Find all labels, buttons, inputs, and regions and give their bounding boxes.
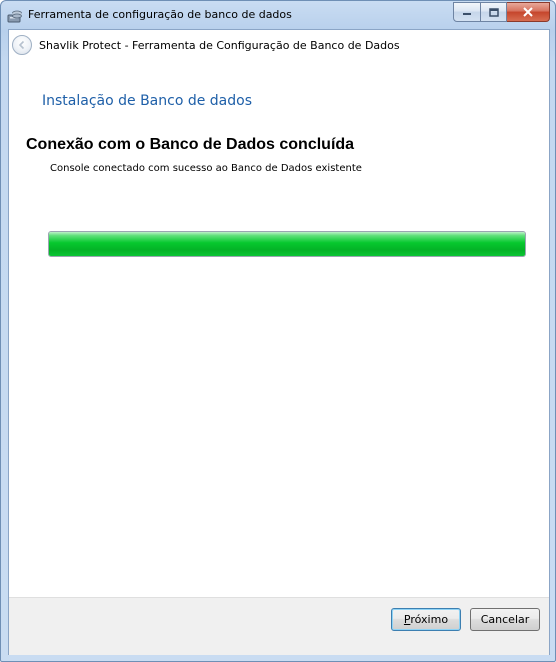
minimize-icon: [454, 3, 480, 21]
cancel-button[interactable]: Cancelar: [470, 608, 540, 631]
close-icon: [507, 3, 549, 21]
next-button[interactable]: Próximo: [391, 608, 461, 631]
cancel-button-label: Cancelar: [480, 613, 530, 626]
title-bar[interactable]: Ferramenta de configuração de banco de d…: [1, 1, 555, 29]
maximize-button[interactable]: [481, 2, 507, 22]
status-text: Console conectado com sucesso ao Banco d…: [50, 163, 362, 174]
app-window: Ferramenta de configuração de banco de d…: [0, 0, 556, 662]
progress-fill: [49, 232, 525, 256]
back-arrow-icon: [18, 40, 25, 50]
wizard-footer: Próximo Cancelar: [9, 597, 549, 655]
close-button[interactable]: [507, 2, 550, 22]
database-tool-icon: [7, 8, 23, 23]
minimize-button[interactable]: [453, 2, 481, 22]
next-button-label: Próximo: [403, 613, 449, 626]
back-button[interactable]: [12, 35, 32, 55]
progress-bar: [48, 231, 526, 257]
section-heading: Instalação de Banco de dados: [42, 93, 253, 109]
maximize-icon: [481, 3, 506, 21]
window-title: Ferramenta de configuração de banco de d…: [28, 8, 292, 21]
page-title: Conexão com o Banco de Dados concluída: [26, 136, 355, 153]
wizard-nav-bar: Shavlik Protect - Ferramenta de Configur…: [9, 30, 549, 62]
caption-buttons: [453, 2, 550, 22]
wizard-client-area: Shavlik Protect - Ferramenta de Configur…: [8, 29, 550, 655]
wizard-title: Shavlik Protect - Ferramenta de Configur…: [39, 39, 400, 52]
